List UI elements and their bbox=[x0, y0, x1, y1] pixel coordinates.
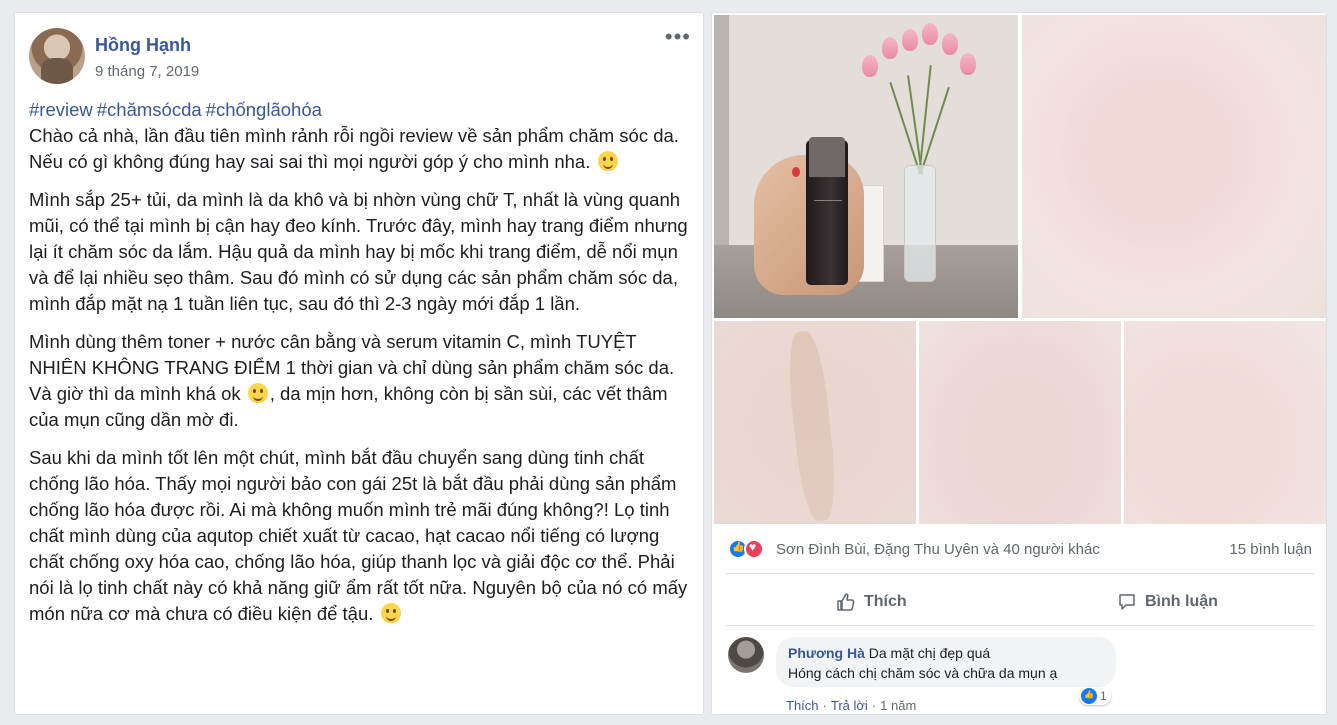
thumbs-up-icon bbox=[836, 592, 856, 612]
divider bbox=[726, 573, 1314, 574]
comment-icon bbox=[1117, 592, 1137, 612]
hashtag-chonglaohoa[interactable]: #chốnglãohóa bbox=[206, 99, 322, 120]
media-card: Sơn Đình Bùi, Đặng Thu Uyên và 40 người … bbox=[711, 12, 1327, 715]
tulip-icon bbox=[902, 29, 918, 51]
glass-vase bbox=[904, 165, 936, 282]
like-button-label: Thích bbox=[864, 593, 907, 610]
paragraph-1-text: Chào cả nhà, lần đầu tiên mình rảnh rỗi … bbox=[29, 125, 679, 172]
reactions-summary[interactable]: Sơn Đình Bùi, Đặng Thu Uyên và 40 người … bbox=[728, 539, 1312, 561]
reaction-names[interactable]: Sơn Đình Bùi, Đặng Thu Uyên và 40 người … bbox=[776, 541, 1100, 558]
comment-text-line2: Hóng cách chị chăm sóc và chữa da mụn ạ bbox=[788, 665, 1058, 681]
nail bbox=[792, 167, 800, 177]
tulip-icon bbox=[922, 23, 938, 45]
photo-skin-2[interactable] bbox=[919, 321, 1121, 524]
sweat-smile-emoji-icon bbox=[380, 603, 401, 623]
serum-swatch bbox=[784, 329, 840, 523]
more-options-icon[interactable]: ••• bbox=[665, 26, 691, 48]
grinning-emoji-icon bbox=[247, 383, 268, 403]
post-body: #review #chămsócda #chốnglãohóa Chào cả nh… bbox=[29, 97, 689, 639]
paragraph-4-text: Sau khi da mình tốt lên một chút, mình b… bbox=[29, 447, 688, 624]
author-avatar[interactable] bbox=[29, 28, 85, 84]
post-paragraph-2: Mình sắp 25+ tủi, da mình là da khô và b… bbox=[29, 189, 688, 314]
comment-actions: Thích · Trả lời · 1 năm bbox=[786, 698, 917, 713]
divider bbox=[726, 625, 1314, 626]
author-name[interactable]: Hồng Hạnh bbox=[95, 35, 191, 56]
grinning-emoji-icon bbox=[597, 151, 618, 171]
comment-button[interactable]: Bình luận bbox=[1117, 589, 1218, 615]
love-reaction-icon bbox=[744, 539, 764, 559]
comment-text-line1: Da mặt chị đẹp quá bbox=[868, 645, 991, 661]
commenter-name[interactable]: Phương Hà bbox=[788, 645, 865, 661]
comment-bubble: Phương Hà Da mặt chị đẹp quá Hóng cách c… bbox=[776, 637, 1116, 687]
tulip-icon bbox=[882, 37, 898, 59]
like-reaction-icon bbox=[1081, 688, 1097, 704]
hashtag-chamsocda[interactable]: #chămsócda bbox=[97, 99, 202, 120]
hashtag-review[interactable]: #review bbox=[29, 99, 93, 120]
bottle-cap bbox=[809, 137, 845, 177]
comment-like-count: 1 bbox=[1100, 689, 1107, 703]
comments-count[interactable]: 15 bình luận bbox=[1229, 541, 1312, 558]
bottle-label bbox=[814, 200, 842, 231]
commenter-avatar[interactable] bbox=[728, 637, 764, 673]
comment-like-link[interactable]: Thích bbox=[786, 698, 819, 713]
post-paragraph-1: Chào cả nhà, lần đầu tiên mình rảnh rỗi … bbox=[29, 123, 689, 175]
like-button[interactable]: Thích bbox=[836, 589, 907, 615]
photo-product-serum[interactable] bbox=[714, 15, 1018, 318]
post-paragraph-3: Mình dùng thêm toner + nước cân bằng và … bbox=[29, 329, 689, 433]
tulip-icon bbox=[960, 53, 976, 75]
post-card: Hồng Hạnh 9 tháng 7, 2019 ••• #review #ch… bbox=[14, 12, 704, 715]
post-date[interactable]: 9 tháng 7, 2019 bbox=[95, 63, 199, 80]
photo-skin-1[interactable] bbox=[1022, 15, 1326, 318]
comment-reply-link[interactable]: Trả lời bbox=[831, 698, 868, 713]
hashtag-row: #review #chămsócda #chốnglãohóa bbox=[29, 97, 689, 123]
comment-time[interactable]: 1 năm bbox=[880, 698, 916, 713]
comment-button-label: Bình luận bbox=[1145, 593, 1218, 610]
photo-skin-3[interactable] bbox=[1124, 321, 1326, 524]
tulip-icon bbox=[942, 33, 958, 55]
post-paragraph-4: Sau khi da mình tốt lên một chút, mình b… bbox=[29, 445, 689, 627]
tulip-icon bbox=[862, 55, 878, 77]
comment-like-badge[interactable]: 1 bbox=[1079, 687, 1111, 705]
photo-skin-serum-swatch[interactable] bbox=[714, 321, 916, 524]
